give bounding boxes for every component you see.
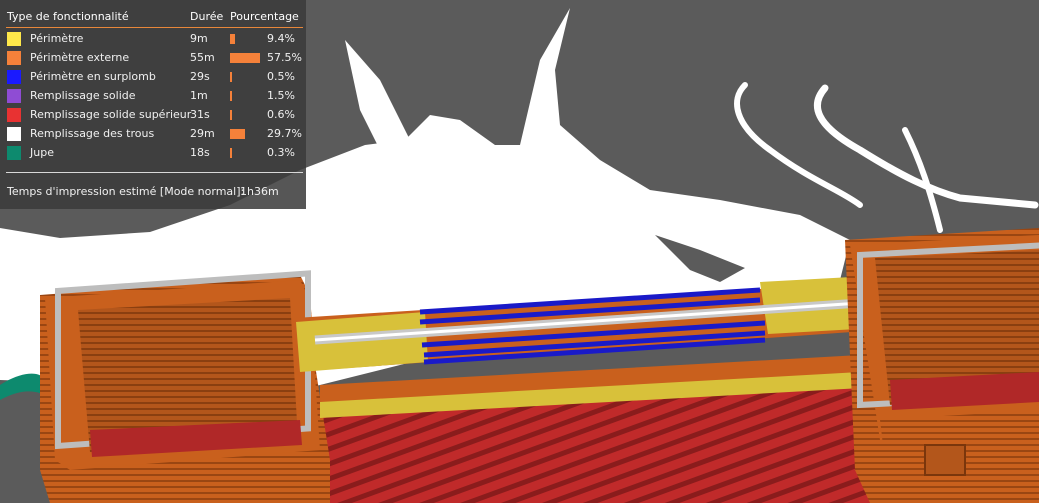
- legend-panel: Type de fonctionnalité Durée Pourcentage…: [0, 0, 306, 209]
- percentage-bar: [230, 53, 260, 63]
- feature-type-label: Remplissage solide: [30, 89, 136, 102]
- feature-percentage: 57.5%: [267, 51, 302, 64]
- feature-duration: 31s: [190, 108, 210, 121]
- feature-duration: 55m: [190, 51, 215, 64]
- feature-type-label: Périmètre externe: [30, 51, 130, 64]
- color-swatch: [7, 108, 21, 122]
- percentage-bar: [230, 129, 245, 139]
- color-swatch: [7, 32, 21, 46]
- feature-duration: 29s: [190, 70, 210, 83]
- legend-row: Périmètre externe 55m 57.5%: [0, 51, 306, 70]
- legend-row: Remplissage solide supérieur 31s 0.6%: [0, 108, 306, 127]
- percentage-bar: [230, 148, 232, 158]
- percentage-bar: [230, 91, 232, 101]
- legend-row: Remplissage solide 1m 1.5%: [0, 89, 306, 108]
- legend-header-percentage: Pourcentage: [230, 10, 299, 23]
- feature-duration: 18s: [190, 146, 210, 159]
- print-time-label: Temps d'impression estimé [Mode normal]:: [7, 185, 245, 198]
- feature-duration: 1m: [190, 89, 208, 102]
- legend-row: Périmètre 9m 9.4%: [0, 32, 306, 51]
- color-swatch: [7, 127, 21, 141]
- color-swatch: [7, 70, 21, 84]
- color-swatch: [7, 51, 21, 65]
- color-swatch: [7, 146, 21, 160]
- feature-duration: 29m: [190, 127, 215, 140]
- percentage-bar: [230, 34, 235, 44]
- feature-percentage: 29.7%: [267, 127, 302, 140]
- feature-percentage: 9.4%: [267, 32, 295, 45]
- feature-type-label: Remplissage solide supérieur: [30, 108, 192, 121]
- percentage-bar: [230, 72, 232, 82]
- legend-header-type: Type de fonctionnalité: [7, 10, 129, 23]
- feature-percentage: 1.5%: [267, 89, 295, 102]
- feature-duration: 9m: [190, 32, 208, 45]
- feature-type-label: Périmètre: [30, 32, 84, 45]
- feature-type-label: Jupe: [30, 146, 54, 159]
- feature-percentage: 0.3%: [267, 146, 295, 159]
- legend-row: Périmètre en surplomb 29s 0.5%: [0, 70, 306, 89]
- right-block-feature: [924, 444, 966, 476]
- feature-percentage: 0.6%: [267, 108, 295, 121]
- legend-separator: [6, 172, 303, 173]
- legend-header-divider: [6, 27, 303, 28]
- feature-percentage: 0.5%: [267, 70, 295, 83]
- legend-row: Jupe 18s 0.3%: [0, 146, 306, 165]
- feature-type-label: Remplissage des trous: [30, 127, 155, 140]
- percentage-bar: [230, 110, 232, 120]
- color-swatch: [7, 89, 21, 103]
- legend-row: Remplissage des trous 29m 29.7%: [0, 127, 306, 146]
- feature-type-label: Périmètre en surplomb: [30, 70, 156, 83]
- print-time-value: 1h36m: [240, 185, 279, 198]
- legend-header-duration: Durée: [190, 10, 224, 23]
